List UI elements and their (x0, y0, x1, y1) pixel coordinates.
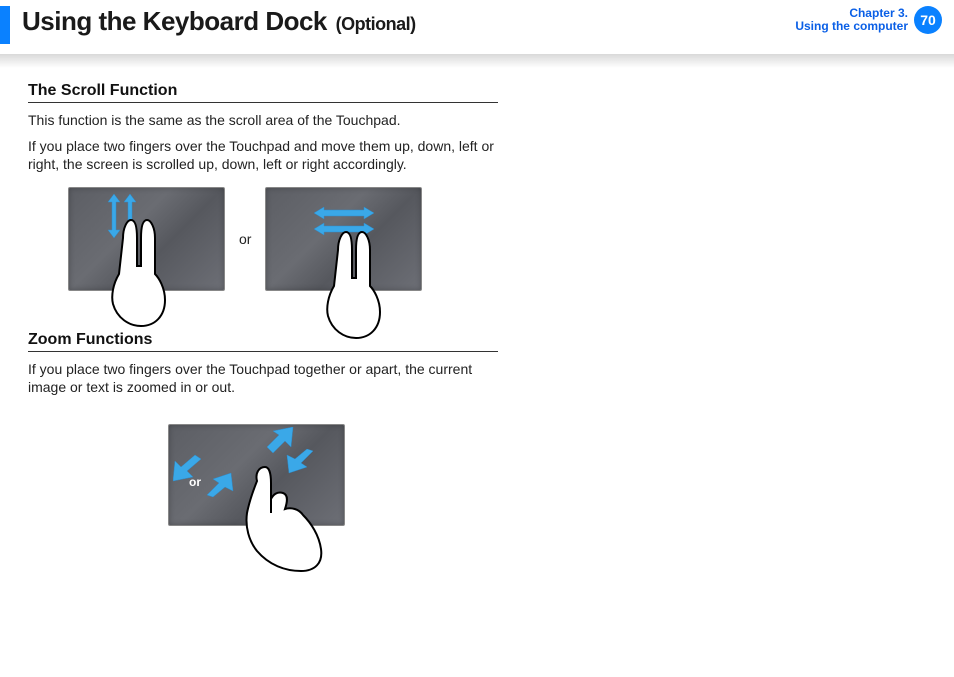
touchpad-vertical-scroll (68, 187, 225, 291)
zoom-section-heading: Zoom Functions (28, 331, 498, 352)
scroll-section-heading: The Scroll Function (28, 82, 498, 103)
chapter-info: Chapter 3. Using the computer (795, 7, 908, 33)
header-accent-bar (0, 6, 10, 44)
header-shadow (0, 54, 954, 68)
header-right: Chapter 3. Using the computer 70 (795, 6, 942, 34)
scroll-para-1: This function is the same as the scroll … (28, 111, 498, 129)
page-title-suffix: (Optional) (336, 14, 416, 34)
zoom-or-label: or (189, 475, 201, 489)
zoom-figure: Zoom-in Zoom-out or (128, 424, 428, 526)
two-finger-hand-vertical-icon (99, 208, 179, 328)
touchpad-zoom: or (168, 424, 345, 526)
page-number: 70 (920, 12, 936, 28)
page-title-main: Using the Keyboard Dock (22, 6, 327, 36)
scroll-para-2: If you place two fingers over the Touchp… (28, 137, 498, 173)
page-number-badge: 70 (914, 6, 942, 34)
arrow-left-right-top-finger-icon (314, 206, 374, 220)
touchpad-horizontal-scroll (265, 187, 422, 291)
scroll-figure-row: or (68, 187, 498, 291)
main-content: The Scroll Function This function is the… (0, 82, 498, 526)
page-header: Using the Keyboard Dock (Optional) Chapt… (0, 0, 954, 54)
pinch-hand-icon (227, 463, 337, 573)
chapter-name: Using the computer (795, 20, 908, 33)
scroll-or-label: or (239, 231, 251, 247)
zoom-para-1: If you place two fingers over the Touchp… (28, 360, 498, 396)
two-finger-hand-horizontal-icon (314, 220, 394, 340)
page-title: Using the Keyboard Dock (Optional) (22, 6, 416, 39)
